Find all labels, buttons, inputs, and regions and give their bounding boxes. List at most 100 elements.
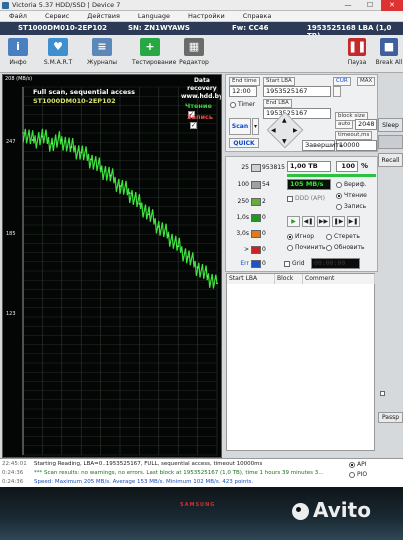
end-icon[interactable]: ▶❚: [347, 216, 360, 227]
arrow-up-icon[interactable]: ▲: [282, 117, 287, 124]
timer-checkbox[interactable]: Timer: [230, 101, 255, 108]
data-point: [41, 135, 44, 138]
graph-title: Full scan, sequential access: [33, 88, 135, 96]
grid-checkbox[interactable]: Grid: [284, 260, 305, 267]
step-forward-icon[interactable]: ❚▶: [332, 216, 345, 227]
arrow-down-icon[interactable]: ▼: [282, 138, 287, 145]
radio-icon: [287, 244, 293, 251]
menu-actions[interactable]: Действия: [78, 11, 129, 21]
erase-radio[interactable]: Стереть: [326, 233, 360, 240]
end-time-field[interactable]: 12:00: [229, 86, 257, 97]
end-lba-field[interactable]: 1953525167: [263, 108, 331, 119]
step-back-icon[interactable]: ◀❚: [302, 216, 315, 227]
window-controls: — ☐ ✕: [337, 0, 403, 11]
write-radio[interactable]: Запись: [336, 203, 366, 210]
menu-service[interactable]: Сервис: [36, 11, 78, 21]
col-block[interactable]: Block: [275, 274, 303, 284]
y-tick: 247: [6, 139, 16, 145]
testing-button[interactable]: + Тестирование: [132, 38, 176, 71]
speed-readout: 105 MB/s: [287, 179, 331, 190]
menu-file[interactable]: Файл: [0, 11, 36, 21]
maximize-button[interactable]: ☐: [359, 0, 381, 11]
scan-dropdown[interactable]: ▾: [252, 118, 259, 135]
checkbox-icon: [287, 195, 293, 202]
avito-logo-icon: [292, 503, 309, 520]
graph-max-label: 208 (MB/s): [5, 76, 33, 82]
chevron-down-icon: ▾: [253, 123, 257, 130]
log-entry: 0:24:36 Speed: Maximum 205 MB/s. Average …: [2, 479, 254, 485]
data-point: [157, 225, 160, 228]
grid-icon: ▦: [184, 38, 204, 56]
stats-row-25: 25 953815: [241, 163, 285, 172]
break-all-button[interactable]: ■ Break All: [375, 38, 403, 71]
journals-button[interactable]: ≡ Журналы: [84, 38, 120, 71]
cur-label[interactable]: CUR: [333, 77, 351, 86]
end-lba-label: End LBA: [263, 99, 292, 108]
auto-checkbox[interactable]: auto: [335, 120, 354, 129]
color-swatch: [251, 163, 261, 172]
data-point: [138, 202, 141, 205]
monitor-brand: SAMSUNG: [180, 502, 216, 508]
y-tick: 185: [6, 231, 16, 237]
recall-button[interactable]: Recall: [378, 153, 403, 167]
skip-icon[interactable]: ▶▶: [317, 216, 330, 227]
ignore-radio[interactable]: Игнор: [287, 233, 314, 240]
speed-graph: 208 (MB/s) 247 185 123 Full scan, sequen…: [2, 74, 222, 458]
quick-button[interactable]: QUICK: [229, 138, 259, 148]
toolbar: i Инфо ♥ S.M.A.R.T ≡ Журналы + Тестирова…: [0, 35, 403, 73]
data-point: [187, 255, 189, 258]
log-entry: 22:45:01 Starting Reading, LBA=0..1953525…: [2, 461, 263, 467]
minimize-button[interactable]: —: [337, 0, 359, 11]
block-size-field[interactable]: 2048: [355, 119, 377, 130]
api-radio[interactable]: API: [349, 461, 367, 468]
sleep-button[interactable]: Sleep: [378, 118, 403, 132]
ddd-api-checkbox[interactable]: DDD (API): [287, 195, 325, 202]
end-time-label: End time: [229, 77, 260, 86]
menu-bar: Файл Сервис Действия Language Настройки …: [0, 11, 403, 22]
defects-table: Start LBA Block Comment: [226, 273, 375, 451]
drive-model: ST1000DM010-2EP102: [18, 24, 107, 32]
repair-radio[interactable]: Починить: [287, 244, 325, 251]
radio-icon: [336, 203, 342, 210]
break-icon: ■: [380, 38, 398, 56]
scan-button[interactable]: Scan: [229, 118, 251, 135]
data-point: [70, 146, 73, 149]
max-label[interactable]: MAX: [357, 77, 376, 86]
arrow-left-icon[interactable]: ◀: [271, 127, 276, 134]
power-button[interactable]: [378, 135, 403, 149]
start-lba-field[interactable]: 1953525167: [263, 86, 331, 97]
play-icon[interactable]: ▶: [287, 216, 300, 227]
smart-button[interactable]: ♥ S.M.A.R.T: [40, 38, 76, 71]
data-point: [216, 282, 218, 285]
arrow-right-icon[interactable]: ▶: [293, 127, 298, 134]
checkbox-icon: [284, 260, 290, 267]
checkbox-icon: [380, 391, 385, 396]
col-start-lba[interactable]: Start LBA: [227, 274, 275, 284]
read-radio[interactable]: Чтение: [336, 192, 367, 199]
radio-selected-icon: [349, 461, 355, 468]
scanned-size: 1,00 TB: [287, 161, 331, 172]
write-checkbox[interactable]: Запись✓: [187, 113, 221, 129]
finish-mode-select[interactable]: Завершить: [302, 140, 343, 151]
passport-button[interactable]: Passp: [378, 412, 403, 423]
radio-icon: [326, 233, 332, 240]
pause-button[interactable]: ❚❚ Пауза: [344, 38, 370, 71]
sound-checkbox[interactable]: [380, 390, 387, 397]
pio-radio[interactable]: PIO: [349, 471, 368, 478]
y-tick: 123: [6, 311, 16, 317]
progress-fill: [287, 174, 376, 177]
close-button[interactable]: ✕: [381, 0, 403, 11]
pause-icon: ❚❚: [348, 38, 366, 56]
info-button[interactable]: i Инфо: [0, 38, 36, 71]
editor-button[interactable]: ▦ Редактор: [176, 38, 212, 71]
menu-language[interactable]: Language: [129, 11, 179, 21]
victoria-window: Victoria 5.37 HDD/SSD | Device 7 — ☐ ✕ Ф…: [0, 0, 403, 487]
verify-radio[interactable]: Вериф.: [336, 181, 367, 188]
menu-help[interactable]: Справка: [234, 11, 281, 21]
menu-settings[interactable]: Настройки: [179, 11, 234, 21]
plus-icon: +: [140, 38, 160, 56]
col-comment[interactable]: Comment: [303, 274, 375, 284]
data-point: [99, 167, 102, 170]
percent-sign: %: [361, 162, 369, 170]
refresh-radio[interactable]: Обновить: [326, 244, 364, 251]
